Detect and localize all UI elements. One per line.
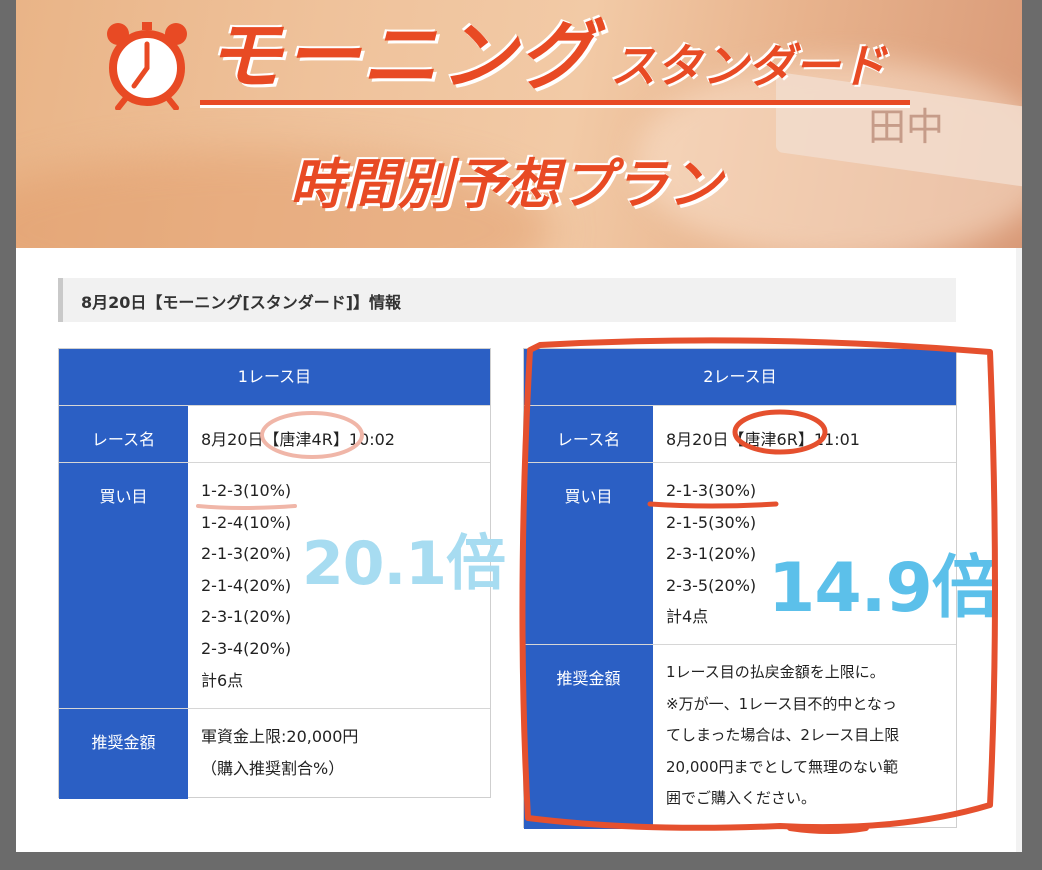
bet-item: 2-1-4(20%) bbox=[201, 575, 292, 595]
section-heading-text: 8月20日【モーニング[スタンダード]】情報 bbox=[81, 293, 402, 312]
race-2-bets-list: 2-1-3(30%) 2-1-5(30%) 2-3-1(20%) 2-3-5(2… bbox=[666, 475, 756, 633]
bets-total: 計4点 bbox=[666, 607, 709, 627]
banner-plan-title: 時間別予想プラン bbox=[290, 153, 722, 216]
race-1-multiplier: 20.1倍 bbox=[302, 529, 506, 599]
race-2-name-value: 8月20日【唐津6R】11:01 bbox=[666, 430, 860, 449]
race-2-amount-text: 1レース目の払戻金額を上限に。 ※万が一、1レース目不的中となっ てしまった場合… bbox=[666, 663, 900, 808]
bet-item: 2-3-5(20%) bbox=[666, 575, 757, 595]
bet-item: 2-1-3(30%) bbox=[666, 481, 757, 500]
race-1-name-value: 8月20日【唐津4R】10:02 bbox=[201, 430, 395, 449]
bet-item: 2-1-3(20%) bbox=[201, 544, 292, 564]
race-name-label: レース名 bbox=[59, 406, 188, 463]
banner-subtitle: スタンダード bbox=[610, 39, 886, 93]
amount-label: 推奨金額 bbox=[59, 709, 188, 799]
left-frame-border bbox=[0, 0, 16, 870]
race-1-amount-row: 推奨金額 軍資金上限:20,000円 （購入推奨割合%） bbox=[59, 708, 490, 799]
bet-item: 2-3-1(20%) bbox=[666, 544, 757, 564]
bets-label: 買い目 bbox=[59, 463, 188, 709]
bet-item: 1-2-3(10%) bbox=[201, 481, 292, 500]
bet-item: 2-3-1(20%) bbox=[201, 607, 292, 627]
race-1-name-row: レース名 8月20日【唐津4R】10:02 bbox=[59, 405, 490, 463]
race-2-amount-row: 推奨金額 1レース目の払戻金額を上限に。 ※万が一、1レース目不的中となっ てし… bbox=[524, 644, 956, 829]
race-name-label: レース名 bbox=[524, 406, 653, 463]
banner-title: モーニング bbox=[206, 11, 596, 100]
right-frame-border bbox=[1022, 0, 1042, 870]
bets-label: 買い目 bbox=[524, 463, 653, 645]
banner-divider bbox=[200, 100, 910, 108]
alarm-clock-icon bbox=[107, 22, 187, 110]
bet-item: 1-2-4(10%) bbox=[201, 512, 292, 532]
bet-item: 2-3-4(20%) bbox=[201, 638, 292, 658]
bet-item: 2-1-5(30%) bbox=[666, 512, 757, 532]
amount-label: 推奨金額 bbox=[524, 645, 653, 829]
race-2-multiplier: 14.9倍 bbox=[768, 549, 1000, 628]
race-1-header: 1レース目 bbox=[59, 349, 490, 405]
bets-total: 計6点 bbox=[201, 670, 244, 690]
section-heading: 8月20日【モーニング[スタンダード]】情報 bbox=[58, 278, 956, 322]
bottom-frame-border bbox=[0, 852, 1042, 870]
race-2-name-row: レース名 8月20日【唐津6R】11:01 bbox=[524, 405, 956, 463]
race-1-amount-text: 軍資金上限:20,000円 （購入推奨割合%） bbox=[201, 727, 359, 778]
race-1-bets-list: 1-2-3(10%) 1-2-4(10%) 2-1-3(20%) 2-1-4(2… bbox=[201, 475, 291, 696]
race-2-header: 2レース目 bbox=[524, 349, 956, 405]
